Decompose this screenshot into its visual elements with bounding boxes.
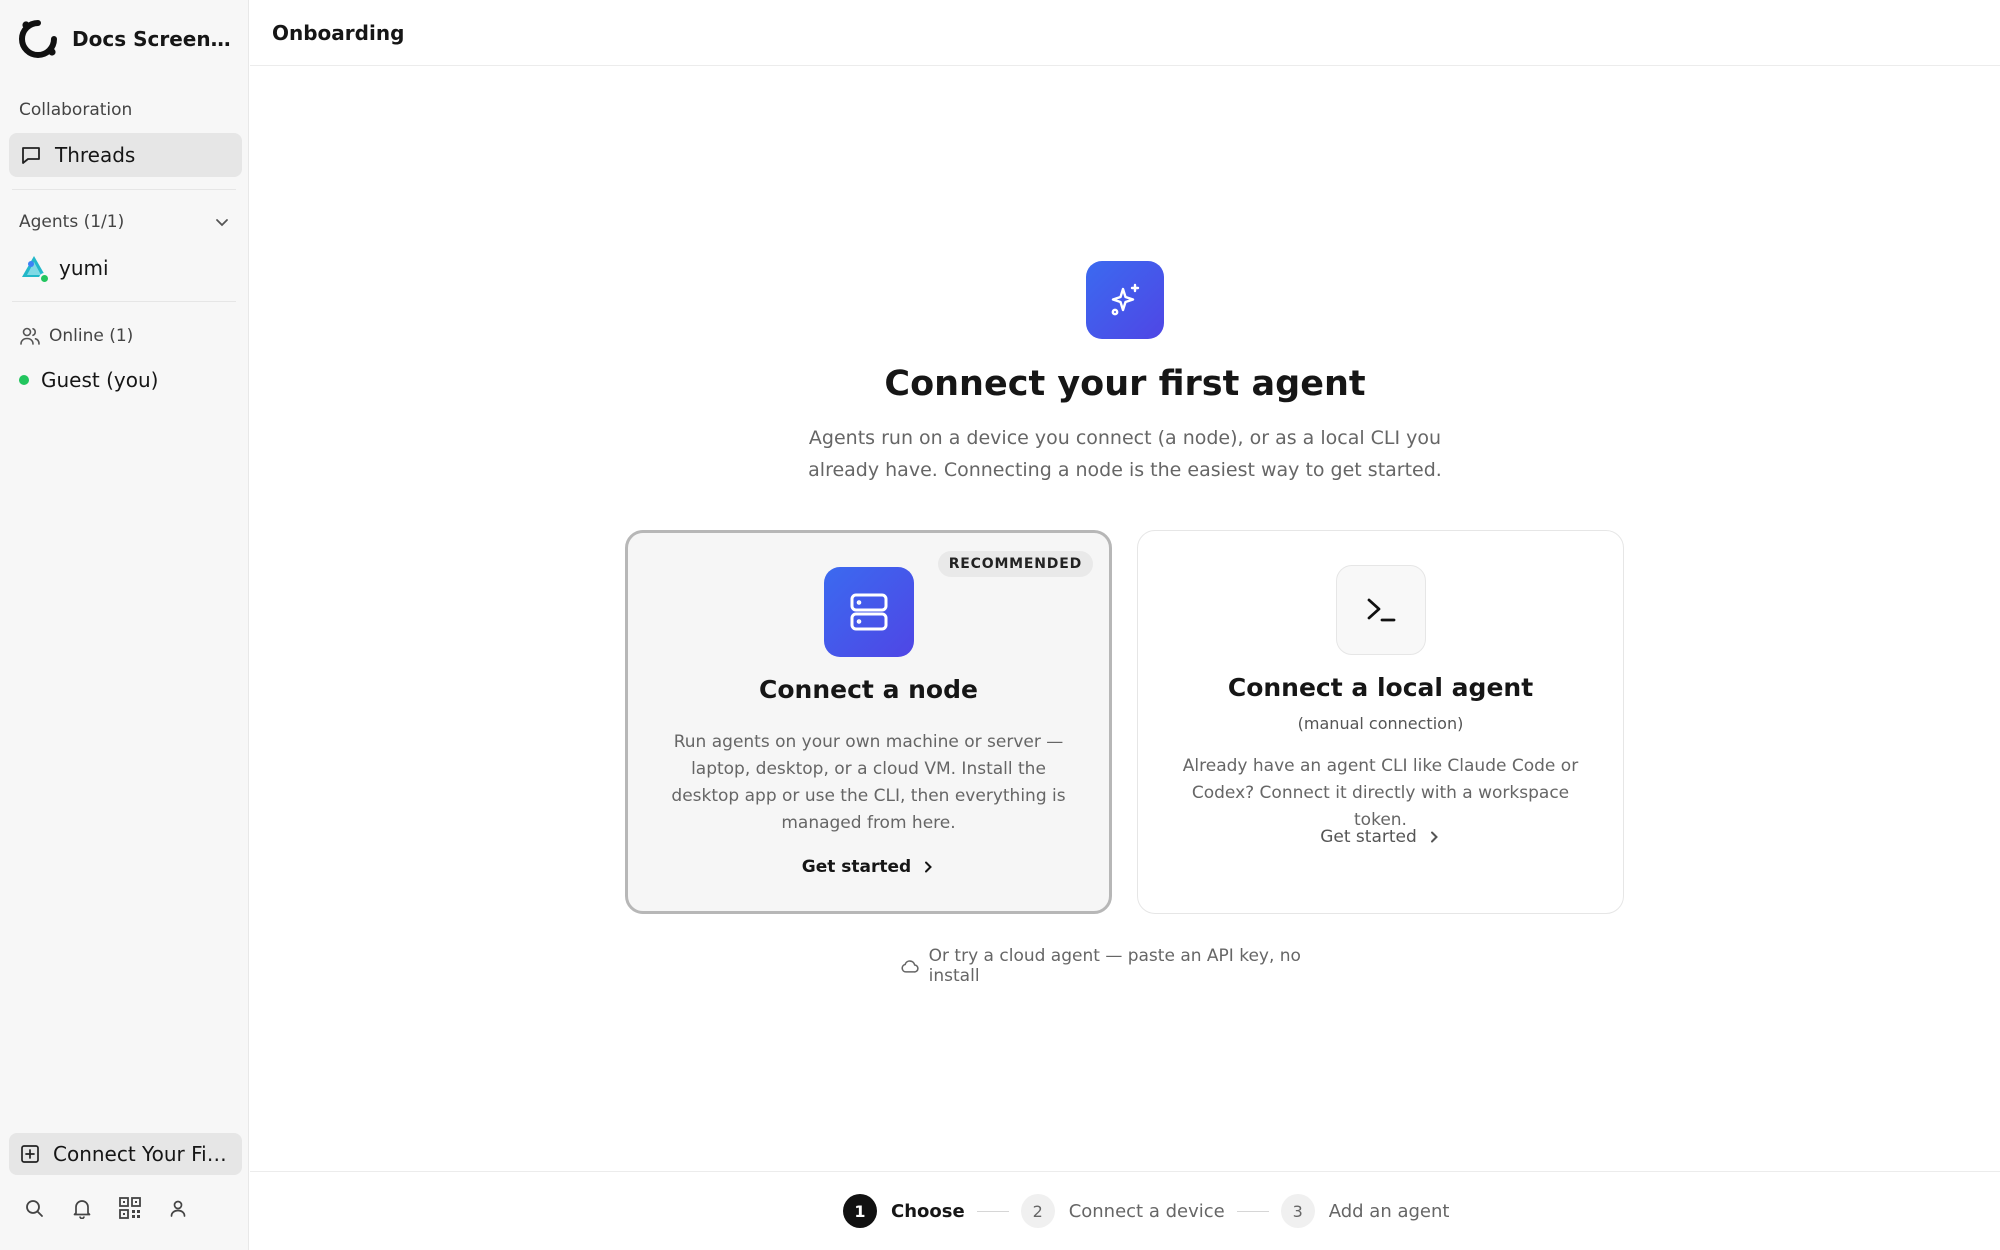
cloud-agent-label: Or try a cloud agent — paste an API key,… bbox=[928, 946, 1301, 986]
workspace-name: Docs Screens... bbox=[72, 27, 238, 51]
step-number: 1 bbox=[843, 1194, 877, 1228]
agents-section-header[interactable]: Agents (1/1) bbox=[19, 208, 231, 236]
search-icon[interactable] bbox=[22, 1196, 46, 1220]
step-number: 3 bbox=[1280, 1194, 1315, 1228]
cloud-agent-link[interactable]: Or try a cloud agent — paste an API key,… bbox=[900, 946, 1350, 986]
sidebar-item-threads[interactable]: Threads bbox=[9, 133, 242, 177]
top-bar: Onboarding bbox=[250, 0, 2000, 66]
agent-item-yumi[interactable]: yumi bbox=[19, 252, 109, 284]
sidebar-divider bbox=[12, 301, 236, 302]
users-icon bbox=[20, 327, 40, 345]
cloud-icon bbox=[901, 960, 919, 973]
step-number: 2 bbox=[1020, 1194, 1055, 1228]
agent-name: yumi bbox=[59, 256, 109, 280]
chevron-right-icon bbox=[925, 861, 933, 873]
recommended-badge: RECOMMENDED bbox=[937, 551, 1093, 577]
connect-local-agent-description: Already have an agent CLI like Claude Co… bbox=[1182, 756, 1579, 830]
connect-node-title: Connect a node bbox=[759, 675, 978, 704]
sidebar-divider bbox=[12, 189, 236, 190]
bell-icon[interactable] bbox=[70, 1196, 94, 1220]
online-section-label: Online (1) bbox=[49, 326, 134, 346]
sidebar: Docs Screens... Collaboration Threads Ag… bbox=[0, 0, 249, 1250]
server-icon bbox=[823, 567, 914, 657]
connect-first-agent-button[interactable]: Connect Your Firs... bbox=[9, 1133, 242, 1175]
onboarding-title: Connect your first agent bbox=[884, 364, 1366, 404]
connect-node-card[interactable]: RECOMMENDED Connect a node Run agents on… bbox=[625, 530, 1112, 914]
connect-node-description: Run agents on your own machine or server… bbox=[671, 732, 1066, 833]
connect-local-agent-title: Connect a local agent bbox=[1227, 673, 1534, 702]
sidebar-item-label: Threads bbox=[55, 143, 136, 167]
chat-bubble-icon bbox=[22, 147, 40, 164]
agent-online-dot bbox=[39, 273, 50, 284]
agent-avatar bbox=[19, 253, 50, 284]
sparkles-icon bbox=[1086, 261, 1164, 339]
step-choose: 1 Choose bbox=[843, 1194, 965, 1228]
get-started-label: Get started bbox=[1320, 827, 1417, 847]
sidebar-footer-toolbar bbox=[22, 1196, 190, 1220]
connect-local-agent-get-started-link[interactable]: Get started bbox=[1138, 827, 1623, 847]
chevron-down-icon[interactable] bbox=[213, 213, 231, 231]
qr-code-icon[interactable] bbox=[118, 1196, 142, 1220]
workspace-logo-icon bbox=[19, 20, 57, 58]
connect-node-get-started-link[interactable]: Get started bbox=[628, 857, 1109, 877]
onboarding-stepper: 1 Choose 2 Connect a device 3 Add an age… bbox=[843, 1194, 1449, 1228]
step-connector bbox=[1236, 1210, 1269, 1212]
chevron-right-icon bbox=[1430, 831, 1438, 843]
step-label: Connect a device bbox=[1068, 1200, 1225, 1222]
onboarding-stepper-bar: 1 Choose 2 Connect a device 3 Add an age… bbox=[250, 1171, 2000, 1250]
agents-section-label: Agents (1/1) bbox=[19, 212, 125, 232]
page-title: Onboarding bbox=[272, 20, 405, 45]
onboarding-description: Agents run on a device you connect (a no… bbox=[808, 427, 1442, 481]
connect-local-agent-subtitle: (manual connection) bbox=[1297, 714, 1464, 733]
online-section-header: Online (1) bbox=[19, 322, 133, 350]
terminal-icon bbox=[1335, 565, 1426, 655]
step-connector bbox=[976, 1210, 1009, 1212]
online-user-guest[interactable]: Guest (you) bbox=[19, 364, 158, 396]
step-connect-device: 2 Connect a device bbox=[1020, 1194, 1225, 1228]
online-user-name: Guest (you) bbox=[41, 368, 159, 392]
user-icon[interactable] bbox=[166, 1196, 190, 1220]
get-started-label: Get started bbox=[801, 857, 912, 877]
step-add-agent: 3 Add an agent bbox=[1280, 1194, 1450, 1228]
connect-first-agent-label: Connect Your Firs... bbox=[53, 1142, 233, 1166]
connect-local-agent-card[interactable]: Connect a local agent (manual connection… bbox=[1137, 530, 1624, 914]
collaboration-section-label: Collaboration bbox=[19, 100, 133, 120]
step-label: Choose bbox=[891, 1200, 965, 1222]
step-label: Add an agent bbox=[1328, 1200, 1450, 1222]
online-status-dot bbox=[19, 375, 29, 385]
plus-square-icon bbox=[21, 1145, 39, 1163]
workspace-switcher[interactable]: Docs Screens... bbox=[16, 18, 238, 60]
